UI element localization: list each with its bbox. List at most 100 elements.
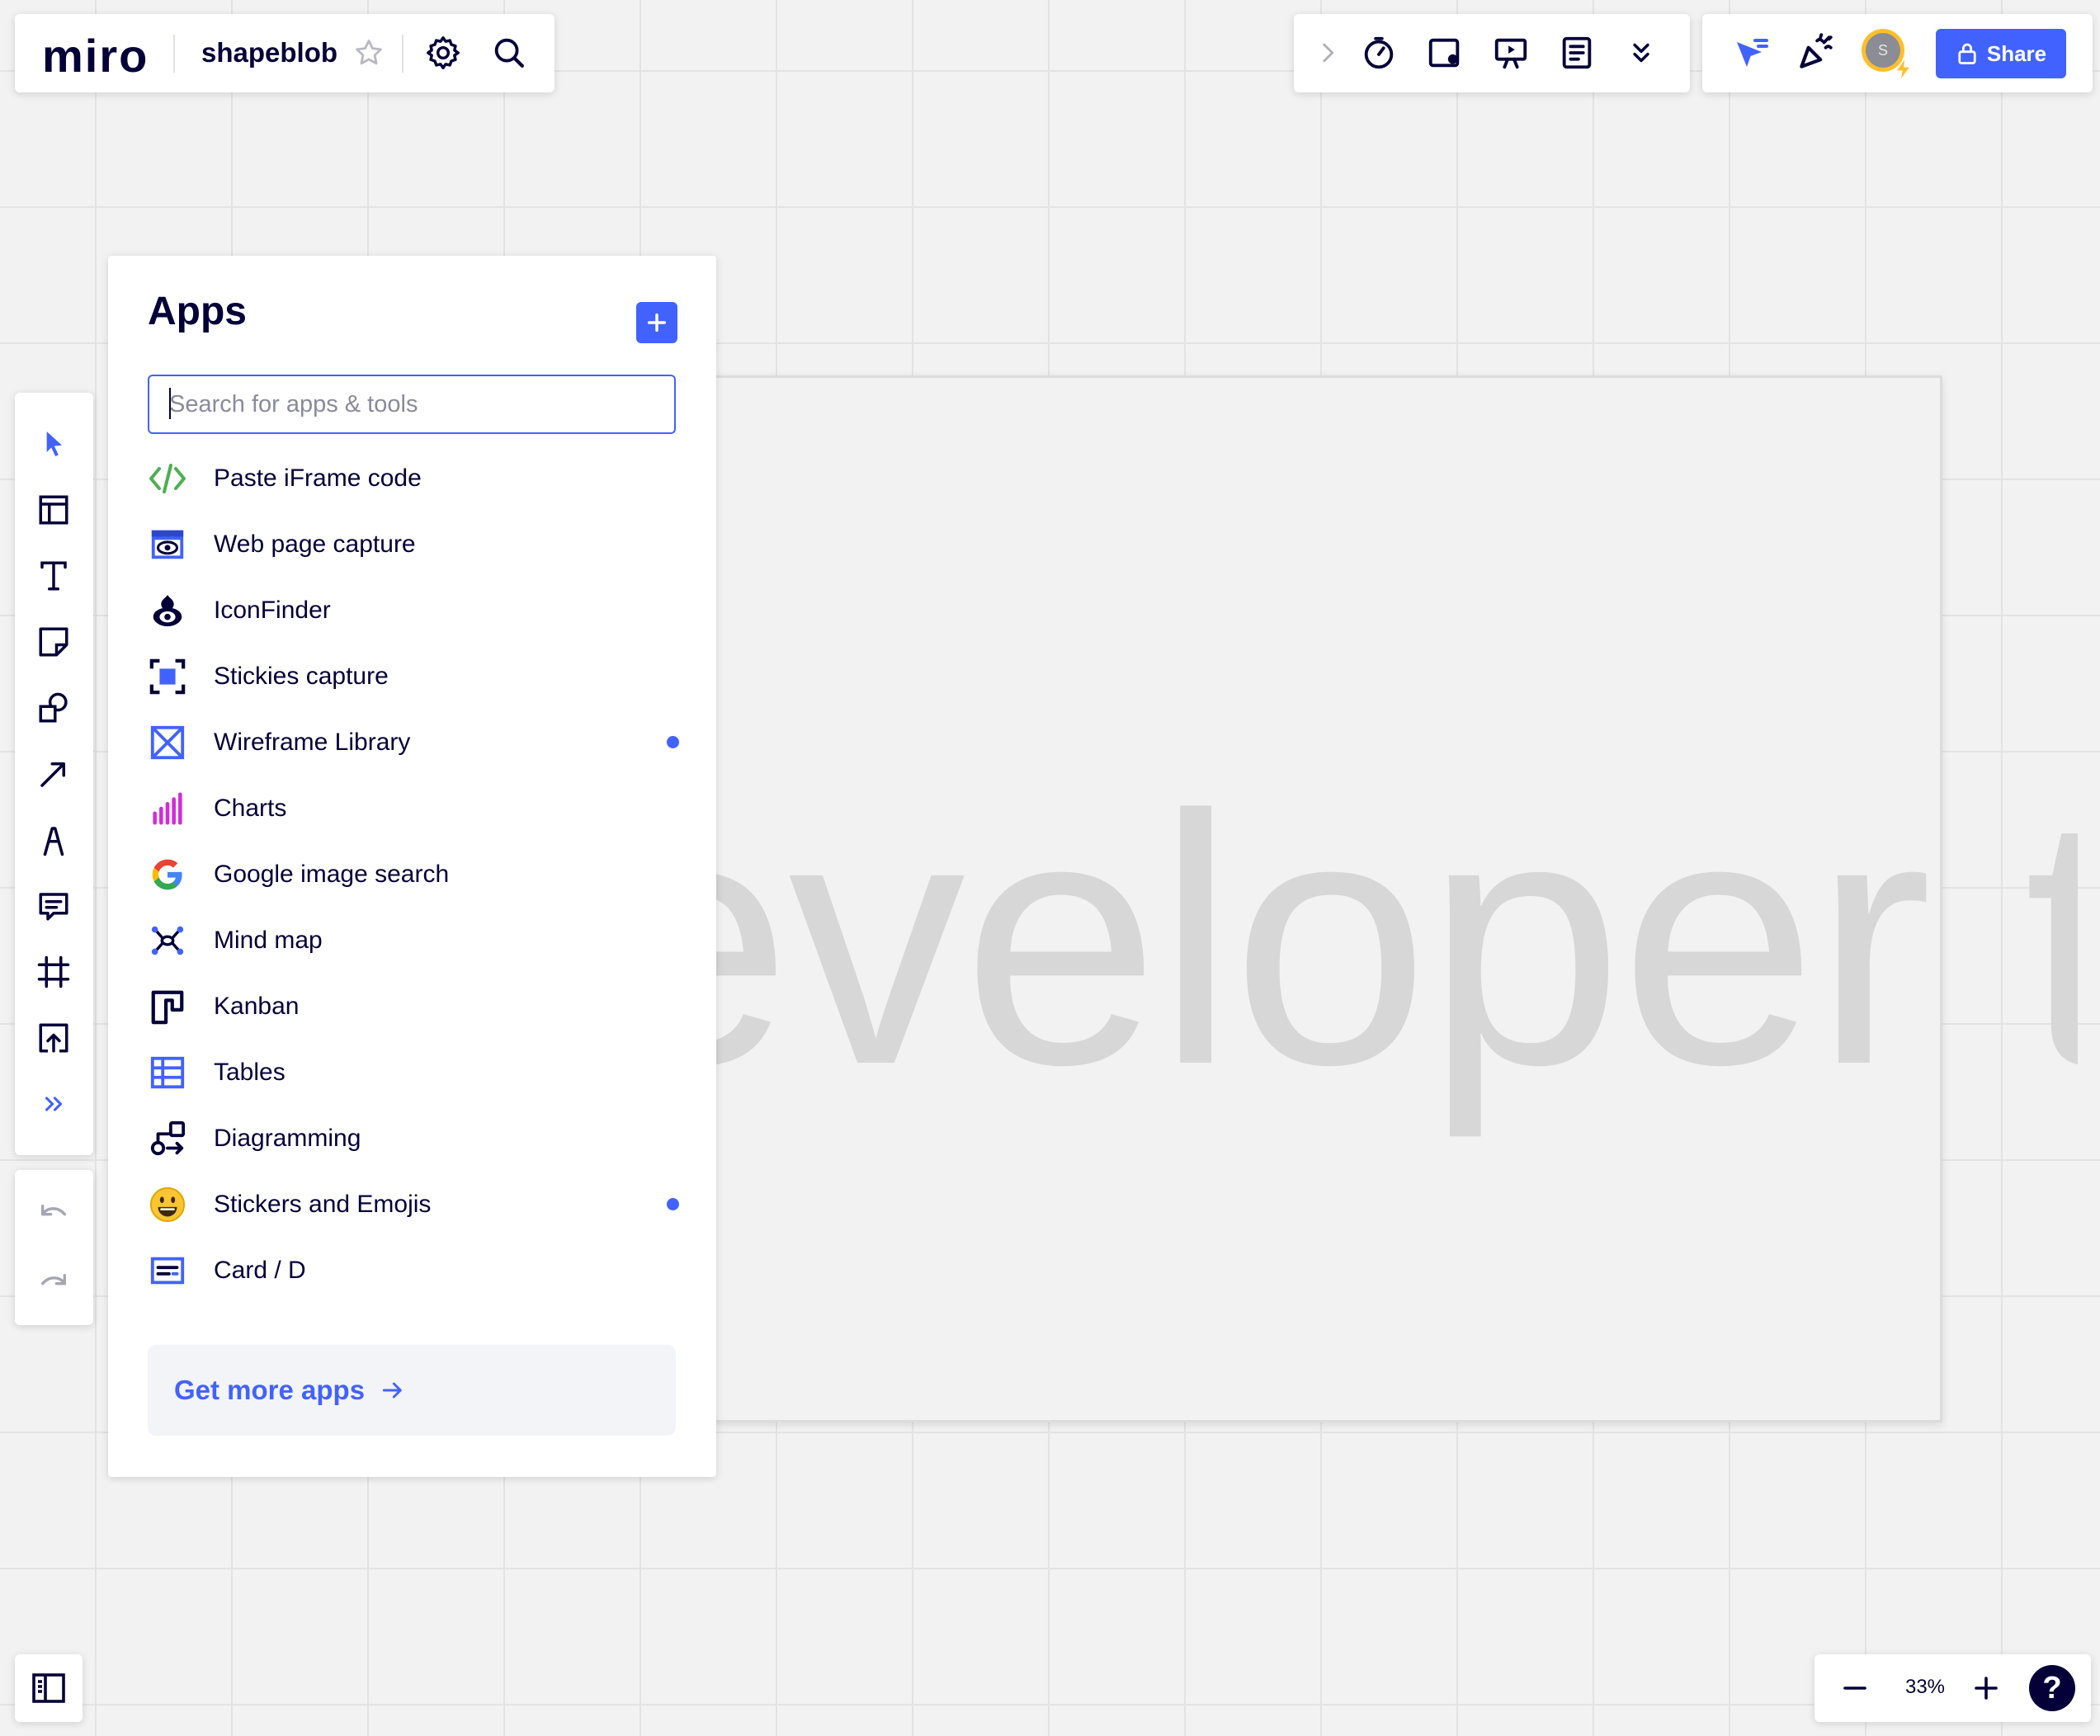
zoom-out-button[interactable]: [1834, 1668, 1876, 1709]
search-icon[interactable]: [490, 34, 528, 72]
app-item-stickies-capture[interactable]: Stickies capture: [148, 644, 679, 710]
zoom-level[interactable]: 33%: [1892, 1676, 1958, 1699]
app-label: Google image search: [214, 861, 450, 888]
share-label: Share: [1986, 40, 2047, 66]
zoom-controls: 33% ?: [1814, 1654, 2091, 1722]
upload-icon: [39, 1023, 68, 1053]
share-button[interactable]: Share: [1936, 29, 2066, 78]
tables-icon: [148, 1053, 187, 1092]
app-label: Stickers and Emojis: [214, 1191, 432, 1218]
app-label: Wireframe Library: [214, 729, 411, 756]
apps-list: Paste iFrame code Web page capture IconF…: [148, 446, 679, 1304]
board-tools-bar: [1294, 14, 1690, 92]
app-item-iconfinder[interactable]: IconFinder: [148, 578, 679, 644]
code-icon: [148, 459, 187, 498]
select-tool[interactable]: [33, 423, 74, 465]
lock-icon: [1958, 43, 1976, 64]
app-item-mind-map[interactable]: Mind map: [148, 908, 679, 974]
timer-icon[interactable]: [1360, 34, 1398, 72]
diagramming-icon: [148, 1119, 187, 1158]
collaboration-bar: S Share: [1702, 14, 2093, 92]
web-capture-icon: [148, 525, 187, 564]
apps-panel: Apps Paste iFrame code Web page capture …: [108, 256, 716, 1477]
apps-title: Apps: [148, 290, 247, 333]
sidebar-icon: [32, 1673, 65, 1703]
more-tools-button[interactable]: [33, 1083, 74, 1125]
app-label: Diagramming: [214, 1125, 361, 1152]
app-label: IconFinder: [214, 597, 331, 624]
text-caret: [169, 388, 171, 419]
double-chevron-down-icon[interactable]: [1626, 37, 1657, 68]
emoji-icon: [148, 1185, 187, 1224]
divider: [173, 35, 175, 73]
gear-icon[interactable]: [424, 34, 462, 72]
upload-tool[interactable]: [33, 1017, 74, 1059]
miro-logo[interactable]: miro: [42, 29, 149, 83]
connection-line-tool[interactable]: [33, 753, 74, 795]
plus-icon: [1975, 1677, 1998, 1700]
shapes-tool[interactable]: [33, 687, 74, 729]
app-item-tables[interactable]: Tables: [148, 1040, 679, 1106]
star-icon[interactable]: [353, 37, 385, 68]
text-tool[interactable]: [33, 555, 74, 597]
frame-icon: [37, 955, 70, 988]
pen-icon: [43, 827, 64, 856]
bolt-icon: [1895, 57, 1912, 82]
celebrate-icon[interactable]: [1795, 32, 1836, 73]
board-sidebar-toggle[interactable]: [15, 1654, 83, 1722]
stickies-capture-icon: [148, 657, 187, 696]
double-chevron-right-icon: [45, 1097, 63, 1111]
app-item-google-image-search[interactable]: Google image search: [148, 842, 679, 908]
comment-icon: [39, 893, 68, 921]
user-avatar[interactable]: S: [1862, 29, 1912, 82]
frame-tool[interactable]: [33, 951, 74, 993]
app-label: Paste iFrame code: [214, 465, 422, 492]
sticky-note-icon: [39, 627, 68, 657]
zoom-in-button[interactable]: [1966, 1668, 2007, 1709]
app-label: Card / D: [214, 1257, 306, 1284]
cursor-filter-icon[interactable]: [1732, 34, 1772, 73]
cursor-icon: [46, 432, 62, 456]
redo-button[interactable]: [33, 1262, 74, 1303]
board-header: miro shapeblob: [15, 14, 554, 92]
chevron-right-icon[interactable]: [1314, 39, 1342, 67]
app-label: Tables: [214, 1059, 286, 1086]
add-app-button[interactable]: [636, 302, 677, 343]
app-item-web-page-capture[interactable]: Web page capture: [148, 512, 679, 578]
notes-icon[interactable]: [1558, 34, 1596, 72]
undo-icon: [41, 1205, 67, 1216]
text-icon: [40, 561, 67, 591]
canvas-text-widget[interactable]: eveloper t: [716, 726, 2078, 1155]
app-item-paste-iframe[interactable]: Paste iFrame code: [148, 446, 679, 512]
iconfinder-icon: [148, 591, 187, 630]
charts-icon: [148, 789, 187, 828]
comment-tool[interactable]: [33, 885, 74, 927]
help-button[interactable]: ?: [2029, 1665, 2075, 1711]
new-indicator-dot: [667, 736, 679, 748]
plus-icon: [647, 313, 667, 333]
arrow-icon: [40, 762, 65, 787]
wireframe-icon: [148, 723, 187, 762]
app-label: Kanban: [214, 993, 300, 1020]
get-more-apps-button[interactable]: Get more apps: [148, 1345, 676, 1436]
google-icon: [148, 855, 187, 894]
board-name[interactable]: shapeblob: [201, 37, 337, 68]
undo-button[interactable]: [33, 1192, 74, 1234]
presentation-icon[interactable]: [1492, 34, 1530, 72]
app-label: Stickies capture: [214, 663, 389, 690]
app-item-kanban[interactable]: Kanban: [148, 974, 679, 1040]
shapes-icon: [39, 692, 68, 723]
app-item-stickers-and-emojis[interactable]: Stickers and Emojis: [148, 1172, 679, 1238]
app-item-card[interactable]: Card / D: [148, 1238, 679, 1304]
sticky-note-tool[interactable]: [33, 621, 74, 663]
card-frame-icon[interactable]: [1426, 34, 1464, 72]
pen-tool[interactable]: [33, 819, 74, 861]
redo-icon: [41, 1274, 67, 1285]
app-item-diagramming[interactable]: Diagramming: [148, 1106, 679, 1172]
app-item-charts[interactable]: Charts: [148, 776, 679, 842]
app-item-wireframe-library[interactable]: Wireframe Library: [148, 710, 679, 776]
templates-tool[interactable]: [33, 489, 74, 531]
templates-icon: [39, 495, 68, 525]
apps-search-input[interactable]: [148, 375, 676, 434]
app-label: Mind map: [214, 927, 323, 954]
